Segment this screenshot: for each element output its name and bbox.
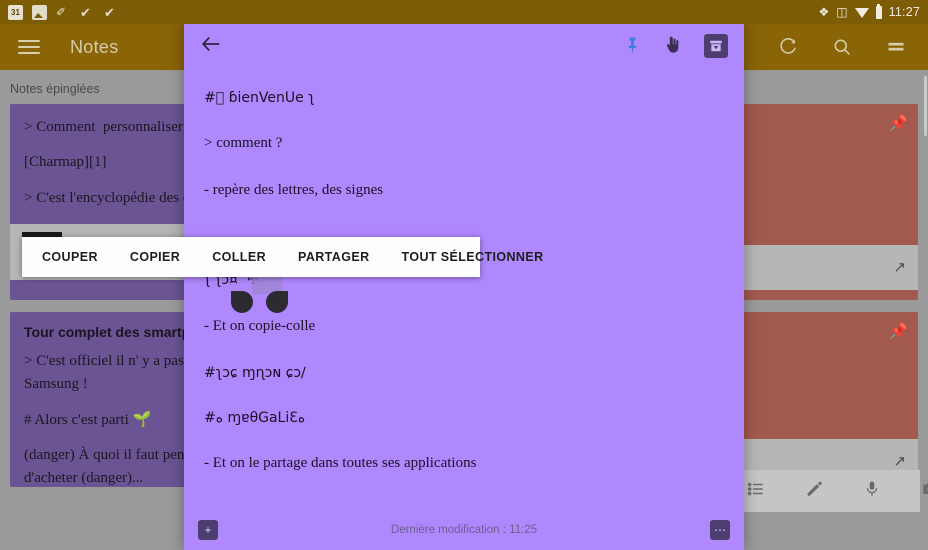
compose-toolbar [735, 470, 928, 512]
pin-icon[interactable]: 📌 [889, 114, 908, 132]
note-editor-body[interactable]: #⃥ ɓienVenUe ʅ > comment ? - repère des … [184, 70, 744, 506]
calendar-icon: 31 [8, 4, 23, 20]
status-bar-clock: 11:27 [888, 5, 920, 19]
note-line: - repère des lettres, des signes [204, 182, 384, 199]
archive-icon[interactable] [704, 34, 728, 58]
hamburger-icon[interactable] [18, 36, 40, 58]
status-bar-left-icons: 31 ✐ ✔ ✔ [8, 4, 119, 20]
status-bar: 31 ✐ ✔ ✔ ❖ ◫ 11:27 [0, 0, 928, 24]
pin-icon: ✐ [56, 4, 67, 19]
menu-item-select-all[interactable]: TOUT SÉLECTIONNER [386, 250, 560, 264]
external-link-icon[interactable]: ↗ [893, 452, 906, 470]
note-line: #ه ɱɐθGaLiƐه [204, 409, 306, 426]
note-editor-toolbar [184, 22, 744, 70]
battery-icon [875, 3, 882, 19]
overflow-menu-icon[interactable] [886, 37, 906, 57]
more-options-button[interactable]: ⋯ [709, 520, 730, 540]
pin-icon[interactable] [624, 35, 641, 57]
android-screen: 31 ✐ ✔ ✔ ❖ ◫ 11:27 Notes Notes épinglées… [0, 0, 928, 550]
external-link-icon[interactable]: ↗ [893, 258, 906, 276]
note-line: - Et on le partage dans toutes ses appli… [204, 455, 477, 472]
note-line: #ʅɔɕ ɱɳɔɴ ɕɔ∕ [204, 364, 306, 381]
image-icon [32, 4, 47, 20]
selection-handle-right[interactable] [266, 290, 288, 313]
refresh-icon[interactable] [778, 37, 798, 57]
add-attachment-button[interactable]: + [198, 520, 218, 540]
last-modified-label: Dernière modification : 11:25 [390, 524, 538, 536]
bluetooth-icon: ❖ [818, 4, 830, 19]
menu-item-cut[interactable]: COUPER [22, 250, 114, 264]
vibrate-icon: ◫ [836, 4, 848, 19]
scrollbar[interactable] [924, 76, 927, 136]
menu-item-copy[interactable]: COPIER [114, 250, 196, 264]
checklist-icon[interactable] [747, 480, 765, 503]
pin-icon[interactable]: 📌 [889, 322, 908, 340]
app-bar-actions [778, 37, 906, 57]
selection-handle-left[interactable] [231, 290, 253, 313]
note-line: - Et on copie-colle [204, 317, 316, 334]
menu-item-paste[interactable]: COLLER [196, 250, 282, 264]
status-bar-right-icons: ❖ ◫ 11:27 [818, 3, 920, 20]
note-editor-actions [624, 34, 728, 58]
check-icon-2: ✔ [104, 4, 115, 20]
note-line: > comment ? [204, 135, 283, 152]
search-icon[interactable] [832, 37, 852, 57]
hand-pointer-icon[interactable] [663, 35, 682, 58]
back-arrow-icon[interactable] [200, 33, 222, 59]
pen-icon[interactable] [805, 480, 823, 503]
microphone-icon[interactable] [863, 480, 881, 503]
menu-item-share[interactable]: PARTAGER [282, 250, 386, 264]
page-title: Notes [70, 36, 119, 57]
note-editor-footer: + Dernière modification : 11:25 ⋯ [184, 510, 744, 550]
text-context-menu: COUPER COPIER COLLER PARTAGER TOUT SÉLEC… [22, 237, 543, 277]
check-icon: ✔ [80, 4, 91, 20]
note-editor-overlay: #⃥ ɓienVenUe ʅ > comment ? - repère des … [184, 22, 744, 550]
wifi-icon [854, 8, 869, 18]
camera-icon[interactable] [921, 479, 928, 503]
note-line: #⃥ ɓienVenUe ʅ [204, 90, 315, 106]
